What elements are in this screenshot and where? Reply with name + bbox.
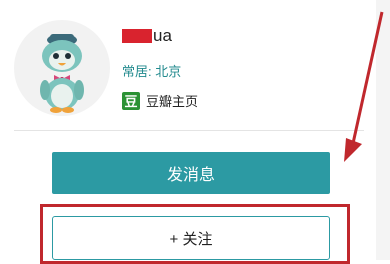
profile-card: ua 常居: 北京 豆 豆瓣主页 发消息 + 关注 — [0, 0, 390, 264]
annotation-arrow-icon — [344, 11, 384, 162]
